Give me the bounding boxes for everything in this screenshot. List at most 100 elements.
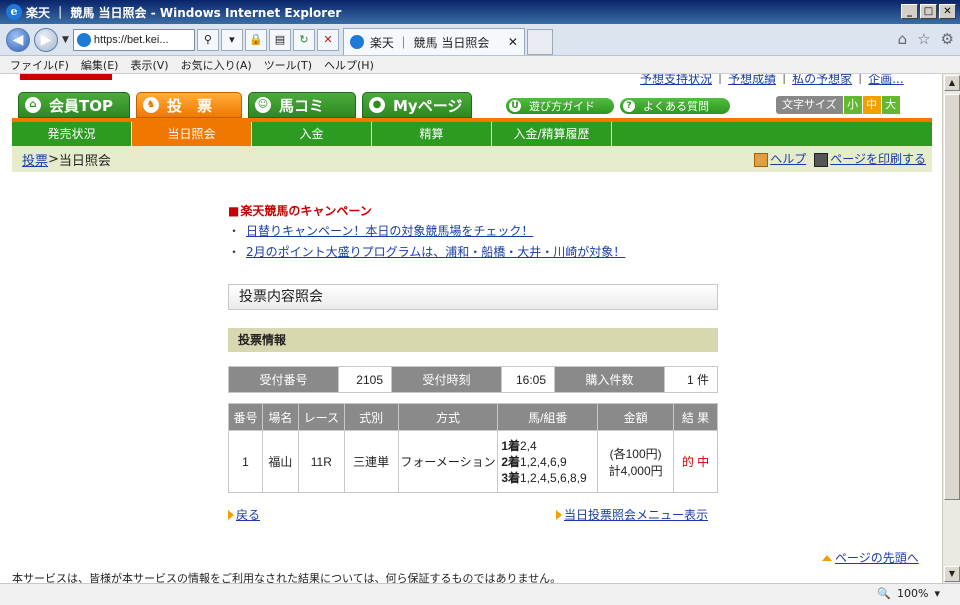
campaign-title: 楽天競馬のキャンペーン: [228, 202, 718, 219]
minimize-button[interactable]: _: [901, 4, 918, 19]
receipt-number-label: 受付番号: [228, 366, 339, 393]
zoom-dropdown-icon[interactable]: ▾: [934, 587, 940, 600]
font-size-label: 文字サイズ: [776, 96, 843, 114]
page-viewport: 予想支持状況 | 予想成績 | 私の予想家 | 企画... ⌂ 会員TOP ♞ 投 票…: [0, 74, 942, 583]
menu-favorites[interactable]: お気に入り(A): [181, 57, 252, 73]
faq-button[interactable]: ? よくある質問: [620, 98, 730, 114]
breadcrumb: 投票 > 当日照会 ヘルプ ページを印刷する: [12, 146, 932, 172]
rakuten-logo[interactable]: [20, 74, 112, 80]
address-tools: ⚲ ▾ 🔒 ▤ ↻ ✕: [196, 28, 339, 51]
tab-umacomi-label: 馬コミ: [279, 96, 325, 115]
table-row: 1 福山 11R 三連単 フォーメーション 1着2,4 2着1,2,4,6,9 …: [228, 430, 718, 493]
history-dropdown-icon[interactable]: ▼: [62, 35, 69, 45]
browser-right-tools: ⌂ ☆ ⚙: [898, 30, 954, 48]
menu-file[interactable]: ファイル(F): [10, 57, 69, 73]
bottom-links: 戻る 当日投票照会メニュー表示: [228, 506, 718, 523]
subnav-history[interactable]: 入金/精算履歴: [492, 122, 612, 146]
tab-favicon-icon: [349, 35, 364, 49]
browser-tab[interactable]: 楽天 ｜ 競馬 当日照会 ✕: [342, 28, 525, 55]
top-link-more[interactable]: 企画...: [868, 74, 903, 87]
tab-vote[interactable]: ♞ 投 票: [136, 92, 242, 118]
scroll-down-button[interactable]: ▼: [944, 566, 960, 582]
combo-label: 2着: [501, 454, 520, 469]
font-size-medium[interactable]: 中: [862, 96, 881, 114]
col-amount: 金額: [597, 403, 675, 431]
print-link[interactable]: ページを印刷する: [814, 150, 926, 167]
address-dropdown-icon[interactable]: ▾: [220, 28, 243, 51]
font-size-large[interactable]: 大: [881, 96, 900, 114]
search-icon[interactable]: ⚲: [196, 28, 219, 51]
back-button[interactable]: ◀: [6, 27, 30, 52]
zoom-magnifier-icon: 🔍: [877, 587, 892, 600]
zoom-control[interactable]: 🔍 100% ▾: [877, 587, 940, 600]
scroll-up-button[interactable]: ▲: [944, 75, 960, 91]
page-title: 投票内容照会: [228, 284, 718, 310]
refresh-icon[interactable]: ↻: [292, 28, 315, 51]
page-top-link[interactable]: ページの先頭へ: [822, 549, 919, 566]
breadcrumb-vote-link[interactable]: 投票: [22, 150, 48, 169]
guide-label: 遊び方ガイド: [529, 100, 595, 113]
back-link[interactable]: 戻る: [228, 508, 260, 522]
cell-venue: 福山: [261, 430, 299, 493]
inquiry-menu-link[interactable]: 当日投票照会メニュー表示: [555, 506, 708, 523]
menu-edit[interactable]: 編集(E): [81, 57, 119, 73]
top-links: 予想支持状況 | 予想成績 | 私の予想家 | 企画...: [640, 74, 904, 87]
top-link-tipsters[interactable]: 私の予想家: [792, 74, 852, 87]
tab-member-top[interactable]: ⌂ 会員TOP: [18, 92, 130, 118]
combo-value: 1,2,4,5,6,8,9: [520, 470, 587, 485]
subnav-settlement[interactable]: 精算: [372, 122, 492, 146]
arrow-right-icon: [228, 510, 234, 520]
subnav-today-inquiry[interactable]: 当日照会: [132, 122, 252, 146]
scroll-thumb[interactable]: [944, 94, 960, 500]
maximize-button[interactable]: □: [920, 4, 937, 19]
subnav-deposit[interactable]: 入金: [252, 122, 372, 146]
home-icon[interactable]: ⌂: [898, 30, 908, 48]
menu-help[interactable]: ヘルプ(H): [324, 57, 374, 73]
window-title: 楽天 ｜ 競馬 当日照会 - Windows Internet Explorer: [26, 5, 342, 20]
campaign-block: 楽天競馬のキャンペーン ・日替りキャンペーン！本日の対象競馬場をチェック！ ・2…: [228, 202, 718, 265]
sub-navigation: 発売状況 当日照会 入金 精算 入金/精算履歴: [12, 122, 932, 146]
subnav-sales-status[interactable]: 発売状況: [12, 122, 132, 146]
forward-button[interactable]: ▶: [34, 27, 58, 52]
print-link-label: ページを印刷する: [830, 152, 926, 166]
combo-line: 3着1,2,4,5,6,8,9: [501, 470, 597, 486]
cell-amount: (各100円) 計4,000円: [597, 430, 675, 493]
stop-icon[interactable]: ✕: [316, 28, 339, 51]
settings-gear-icon[interactable]: ⚙: [941, 30, 954, 48]
guide-button[interactable]: U 遊び方ガイド: [506, 98, 614, 114]
font-size-small[interactable]: 小: [843, 96, 862, 114]
cell-result: 的 中: [673, 430, 718, 493]
campaign-link-daily[interactable]: 日替りキャンペーン！本日の対象競馬場をチェック！: [246, 224, 533, 238]
browser-navbar: ◀ ▶ ▼ https://bet.kei... ⚲ ▾ 🔒 ▤ ↻ ✕ 楽天 …: [0, 24, 960, 56]
compatibility-view-icon[interactable]: ▤: [268, 28, 291, 51]
receipt-time-value: 16:05: [501, 366, 555, 393]
section-heading: 投票情報: [228, 328, 718, 352]
col-combination: 馬/組番: [497, 403, 599, 431]
help-link-label: ヘルプ: [770, 152, 807, 166]
vertical-scrollbar[interactable]: ▲ ▼: [942, 74, 960, 583]
table-row: 受付番号 2105 受付時刻 16:05 購入件数 1 件: [228, 366, 718, 393]
smile-icon: ☺: [255, 97, 271, 113]
menu-bar: ファイル(F) 編集(E) 表示(V) お気に入り(A) ツール(T) ヘルプ(…: [0, 56, 960, 74]
favorites-star-icon[interactable]: ☆: [917, 30, 930, 48]
tab-close-button[interactable]: ✕: [508, 35, 518, 49]
menu-view[interactable]: 表示(V): [130, 57, 168, 73]
new-tab-button[interactable]: [526, 29, 553, 55]
page-top-label: ページの先頭へ: [835, 551, 919, 565]
help-link[interactable]: ヘルプ: [754, 150, 806, 167]
amount-each: (各100円): [609, 446, 662, 461]
close-window-button[interactable]: ✕: [939, 4, 956, 19]
campaign-link-points[interactable]: 2月のポイント大盛りプログラムは、浦和・船橋・大井・川崎が対象！: [246, 245, 625, 259]
tab-umacomi[interactable]: ☺ 馬コミ: [248, 92, 356, 118]
combo-value: 2,4: [520, 438, 537, 453]
lock-icon[interactable]: 🔒: [244, 28, 267, 51]
arrow-right-icon: [555, 510, 562, 520]
top-link-results[interactable]: 予想成績: [728, 74, 776, 87]
col-method: 方式: [397, 403, 499, 431]
menu-tools[interactable]: ツール(T): [264, 57, 312, 73]
combo-label: 1着: [501, 438, 520, 453]
tab-mypage[interactable]: ● Myページ: [362, 92, 472, 118]
zoom-level: 100%: [897, 587, 929, 600]
address-bar[interactable]: https://bet.kei...: [72, 28, 195, 51]
top-link-support[interactable]: 予想支持状況: [640, 74, 712, 87]
